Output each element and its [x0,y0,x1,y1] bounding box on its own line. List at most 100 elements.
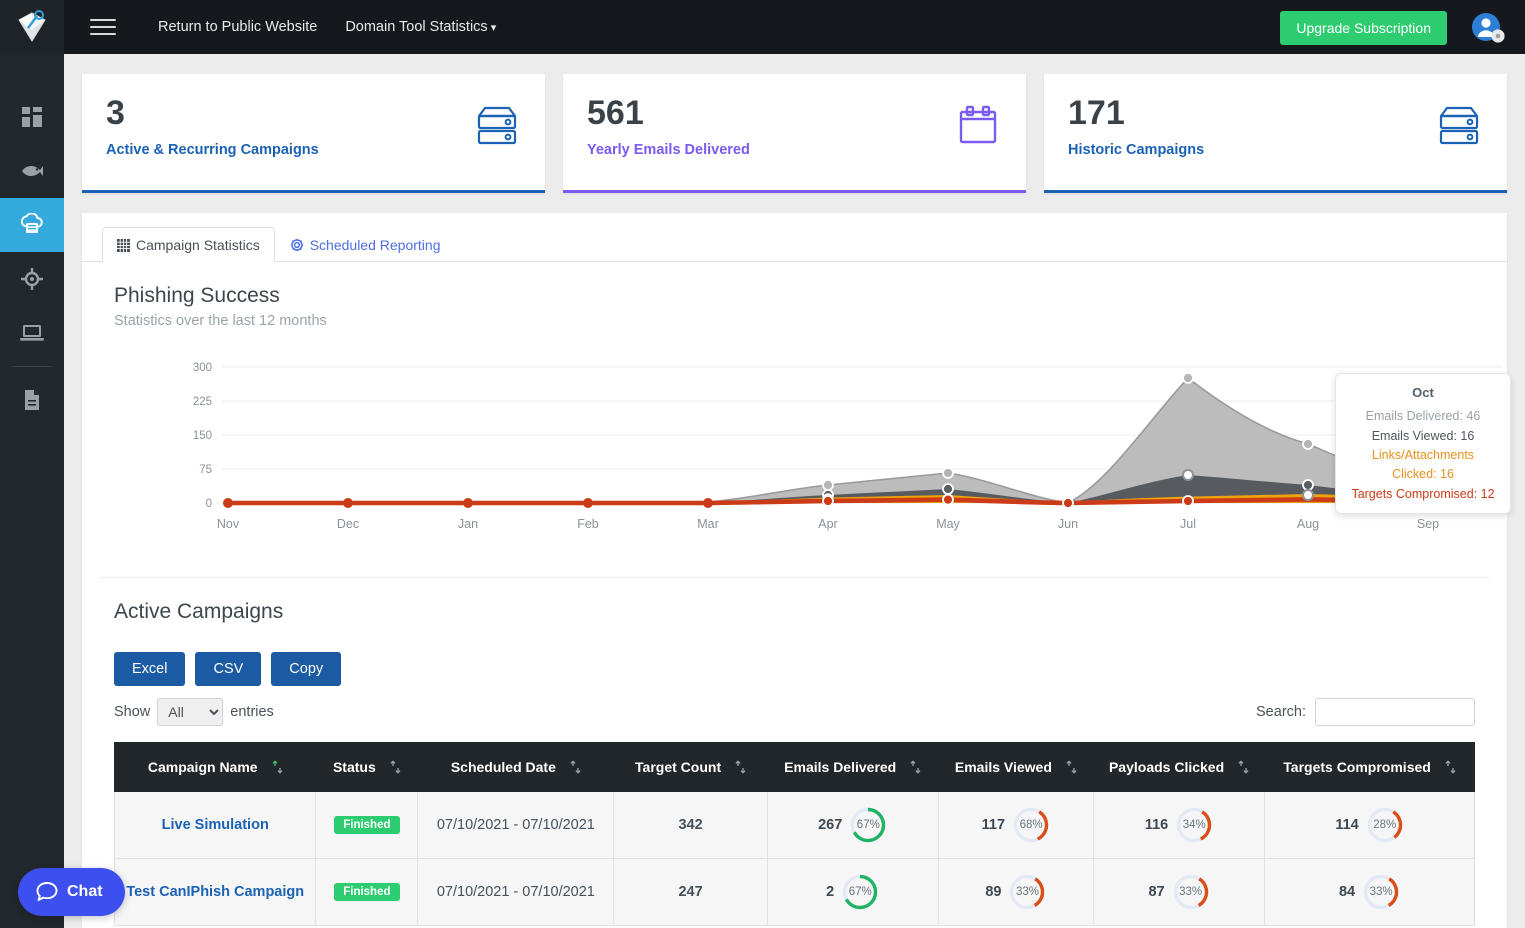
sort-icon [1238,760,1249,774]
search-label: Search: [1256,704,1306,720]
export-copy-button[interactable]: Copy [271,652,341,686]
campaign-name-link[interactable]: Live Simulation [162,817,269,833]
sidebar [0,0,64,928]
sidebar-item-campaigns[interactable] [0,198,64,252]
target-count-value: 342 [678,817,702,833]
chart-subtitle: Statistics over the last 12 months [114,313,1475,329]
panel-tabs: Campaign Statistics Scheduled Reporting [82,213,1507,262]
search-input[interactable] [1315,698,1475,726]
avatar[interactable] [1471,12,1505,44]
cell-payloads-clicked: 116 34% [1094,792,1265,859]
sort-icon-asc [272,760,283,774]
donut-percent: 33% [1362,873,1400,911]
tab-label: Scheduled Reporting [310,237,441,253]
donut-percent: 33% [1172,873,1210,911]
campaign-name-link[interactable]: Test CanIPhish Campaign [126,884,304,900]
donut-percent: 67% [841,873,879,911]
tab-label: Campaign Statistics [136,237,260,253]
col-payloads-clicked[interactable]: Payloads Clicked [1094,743,1265,792]
app-logo[interactable] [0,0,64,54]
svg-text:May: May [936,517,960,531]
svg-text:300: 300 [193,362,212,374]
donut-percent: 28% [1366,806,1404,844]
chart-title: Phishing Success [114,284,1475,308]
domain-tool-statistics-dropdown[interactable]: Domain Tool Statistics▾ [345,19,496,35]
col-status[interactable]: Status [316,743,418,792]
svg-text:Feb: Feb [577,517,599,531]
tooltip-row-emails-delivered: Emails Delivered: 46 [1350,407,1496,426]
cell-scheduled-date: 07/10/2021 - 07/10/2021 [418,792,614,859]
svg-text:Mar: Mar [697,517,719,531]
tab-campaign-statistics[interactable]: Campaign Statistics [102,227,275,262]
col-scheduled-date[interactable]: Scheduled Date [418,743,614,792]
upgrade-subscription-button[interactable]: Upgrade Subscription [1280,11,1447,45]
col-campaign-name[interactable]: Campaign Name [115,743,316,792]
col-label: Emails Delivered [784,759,896,775]
table-grid-icon [117,239,130,252]
metric-value: 89 [985,884,1001,900]
svg-text:225: 225 [193,396,212,408]
sort-icon [1066,760,1077,774]
document-icon [22,389,42,411]
tab-scheduled-reporting[interactable]: Scheduled Reporting [275,227,456,262]
sidebar-item-dashboard[interactable] [0,90,64,144]
return-to-public-website-link[interactable]: Return to Public Website [158,19,317,35]
metric-value: 117 [982,817,1005,833]
page-size-select[interactable]: All [157,698,223,726]
col-label: Campaign Name [148,759,258,775]
search-control: Search: [1256,698,1475,726]
donut-percent: 34% [1175,806,1213,844]
sort-icon [570,760,581,774]
user-settings-avatar-icon [1471,12,1505,44]
metric-value: 84 [1339,884,1355,900]
stat-label: Active & Recurring Campaigns [106,142,521,158]
cell-emails-viewed: 117 68% [938,792,1093,859]
svg-text:Aug: Aug [1297,517,1319,531]
sidebar-item-training[interactable] [0,306,64,360]
chart-tooltip: Oct Emails Delivered: 46 Emails Viewed: … [1335,373,1511,514]
stat-card-accent [563,190,1026,193]
stat-cards: 3 Active & Recurring Campaigns 561 Yearl… [82,74,1507,193]
svg-text:Nov: Nov [217,517,240,531]
donut-chart: 33% [1172,873,1210,911]
active-campaigns-title: Active Campaigns [114,600,1475,624]
table-header-row: Campaign Name Status [115,743,1475,792]
cell-campaign-name: Live Simulation [115,792,316,859]
donut-chart: 33% [1008,873,1046,911]
sidebar-item-phishing[interactable] [0,144,64,198]
table-row: Live Simulation Finished 07/10/2021 - 07… [115,792,1475,859]
col-targets-compromised[interactable]: Targets Compromised [1265,743,1475,792]
stat-label: Historic Campaigns [1068,142,1483,158]
cell-target-count: 342 [614,792,767,859]
donut-chart: 67% [849,806,887,844]
col-emails-viewed[interactable]: Emails Viewed [938,743,1093,792]
export-excel-button[interactable]: Excel [114,652,185,686]
donut-chart: 34% [1175,806,1213,844]
sidebar-item-targets[interactable] [0,252,64,306]
col-emails-delivered[interactable]: Emails Delivered [767,743,938,792]
tooltip-row-targets-compromised: Targets Compromised: 12 [1350,485,1496,504]
cell-payloads-clicked: 87 33% [1094,859,1265,926]
cell-status: Finished [316,792,418,859]
active-campaigns-table: Campaign Name Status [114,742,1475,926]
sidebar-item-reports[interactable] [0,373,64,427]
dashboard-grid-icon [21,106,43,128]
col-label: Emails Viewed [955,759,1052,775]
svg-text:0: 0 [206,498,212,510]
metric-value: 114 [1335,817,1358,833]
col-target-count[interactable]: Target Count [614,743,767,792]
fish-icon [20,162,44,180]
sort-icon [1445,760,1456,774]
laptop-icon [20,323,44,343]
gear-icon [290,238,304,252]
cell-emails-delivered: 267 67% [767,792,938,859]
statistics-panel: Campaign Statistics Scheduled Reporting … [82,213,1507,928]
hamburger-menu-icon[interactable] [90,14,116,40]
cell-emails-viewed: 89 33% [938,859,1093,926]
chart-svg: 300 225 150 75 0 [82,361,1507,551]
export-csv-button[interactable]: CSV [195,652,261,686]
crosshair-target-icon [21,268,43,290]
table-row: Test CanIPhish Campaign Finished 07/10/2… [115,859,1475,926]
chat-widget-button[interactable]: Chat [18,868,125,916]
svg-text:Jul: Jul [1180,517,1196,531]
